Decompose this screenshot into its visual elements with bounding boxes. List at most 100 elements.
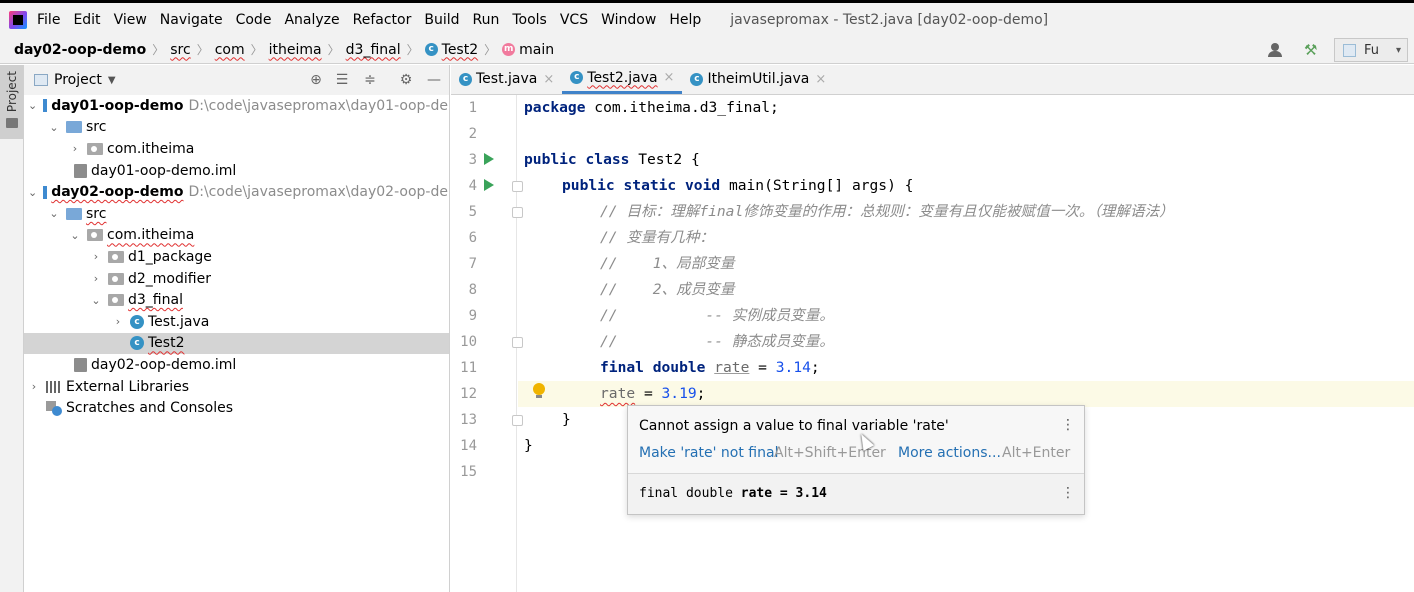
- tree-iml-day02[interactable]: day02-oop-demo.iml: [24, 354, 449, 376]
- package-icon: [87, 229, 103, 242]
- tree-package-day02[interactable]: ⌄ com.itheima: [24, 225, 449, 247]
- menu-help[interactable]: Help: [669, 12, 701, 28]
- run-config-selector[interactable]: Fu ▾: [1334, 38, 1408, 62]
- more-actions-link[interactable]: More actions...: [898, 445, 1001, 461]
- chevron-right-icon[interactable]: ›: [69, 142, 81, 155]
- tree-label: d3_final: [128, 292, 183, 309]
- menu-navigate[interactable]: Navigate: [160, 12, 223, 28]
- declaration-name: rate = 3.14: [740, 486, 827, 501]
- tab-test2-java[interactable]: c Test2.java ×: [562, 64, 683, 94]
- chevron-down-icon[interactable]: ⌄: [28, 99, 37, 112]
- chevron-right-icon: 〉: [250, 43, 263, 57]
- error-message: Cannot assign a value to final variable …: [639, 418, 949, 434]
- menu-build[interactable]: Build: [424, 12, 459, 28]
- project-tool-tab[interactable]: Project: [0, 65, 23, 139]
- package-icon: [87, 142, 103, 155]
- tree-src-day02[interactable]: ⌄ src: [24, 203, 449, 225]
- tree-file-test[interactable]: › c Test.java: [24, 311, 449, 333]
- crumb-module[interactable]: day02-oop-demo: [14, 42, 146, 58]
- crumb-com[interactable]: com: [215, 42, 245, 58]
- chevron-down-icon[interactable]: ⌄: [90, 294, 102, 307]
- close-icon[interactable]: ×: [543, 72, 554, 87]
- run-gutter-icon[interactable]: [484, 179, 494, 191]
- quick-fix-link[interactable]: Make 'rate' not final: [639, 445, 778, 461]
- chevron-down-icon[interactable]: ⌄: [48, 207, 60, 220]
- project-view-selector[interactable]: Project: [54, 72, 102, 88]
- menu-view[interactable]: View: [114, 12, 147, 28]
- tree-module-day01[interactable]: ⌄ day01-oop-demo D:\code\javasepromax\da…: [24, 95, 450, 117]
- tree-label: Test.java: [148, 313, 210, 330]
- tree-file-test2[interactable]: c Test2: [24, 332, 449, 355]
- line-number: 12: [460, 386, 477, 402]
- chevron-down-icon[interactable]: ⌄: [69, 229, 81, 242]
- user-icon[interactable]: [1268, 42, 1290, 58]
- code-line-10: // -- 静态成员变量。: [600, 333, 834, 350]
- run-gutter-icon[interactable]: [484, 153, 494, 165]
- hammer-icon[interactable]: ⚒: [1304, 42, 1320, 58]
- tree-package-d3[interactable]: ⌄ d3_final: [24, 289, 449, 311]
- tree-package-d2[interactable]: › d2_modifier: [24, 268, 449, 290]
- close-icon[interactable]: ×: [664, 70, 675, 85]
- menu-code[interactable]: Code: [236, 12, 272, 28]
- code-editor[interactable]: package com.itheima.d3_final; public cla…: [518, 95, 1414, 592]
- collapse-all-icon[interactable]: ≑: [361, 71, 379, 89]
- close-icon[interactable]: ×: [815, 72, 826, 87]
- code-line-4: public static void main(String[] args) {: [518, 173, 1414, 199]
- tree-package-d1[interactable]: › d1_package: [24, 246, 449, 268]
- lightbulb-icon[interactable]: [533, 383, 545, 398]
- more-options-icon[interactable]: ⋮: [1061, 417, 1075, 433]
- chevron-right-icon[interactable]: ›: [28, 380, 40, 393]
- expand-all-icon[interactable]: ☰: [333, 71, 351, 89]
- hide-icon[interactable]: —: [425, 71, 443, 89]
- menu-tools[interactable]: Tools: [512, 12, 547, 28]
- tree-package-day01[interactable]: › com.itheima: [24, 138, 449, 160]
- code-line-12: rate = 3.19;: [518, 381, 1414, 407]
- chevron-right-icon[interactable]: ›: [90, 250, 102, 263]
- code-token: 3.14: [775, 359, 811, 376]
- code-token: com.itheima.d3_final;: [585, 99, 779, 116]
- tab-itheimutil-java[interactable]: c ItheimUtil.java ×: [682, 64, 834, 94]
- tree-module-day02[interactable]: ⌄ day02-oop-demo D:\code\javasepromax\da…: [24, 181, 450, 203]
- menu-vcs[interactable]: VCS: [560, 12, 588, 28]
- crumb-src[interactable]: src: [170, 42, 190, 58]
- tree-path: D:\code\javasepromax\day02-oop-demo: [188, 184, 450, 201]
- tree-label: d1_package: [128, 248, 212, 265]
- menu-file[interactable]: File: [37, 12, 60, 28]
- tree-iml-day01[interactable]: day01-oop-demo.iml: [24, 160, 449, 182]
- class-icon: c: [459, 72, 472, 86]
- menu-refactor[interactable]: Refactor: [353, 12, 412, 28]
- tree-path: D:\code\javasepromax\day01-oop-demo: [188, 97, 450, 114]
- chevron-right-icon: 〉: [196, 43, 209, 57]
- method-icon: m: [502, 43, 516, 56]
- chevron-down-icon[interactable]: ⌄: [28, 186, 37, 199]
- line-number: 14: [460, 438, 477, 454]
- tree-scratches[interactable]: Scratches and Consoles: [24, 397, 449, 419]
- menu-window[interactable]: Window: [601, 12, 656, 28]
- code-token: 3.19: [661, 385, 697, 402]
- class-icon: c: [690, 72, 704, 86]
- editor-gutter[interactable]: 1 2 3 4 5 6 7 8 9 10 11 12 13 14 15: [451, 95, 523, 592]
- window-title: javasepromax - Test2.java [day02-oop-dem…: [730, 11, 1049, 28]
- editor-tab-bar: c Test.java × c Test2.java × c ItheimUti…: [451, 65, 1414, 95]
- chevron-down-icon[interactable]: ▼: [108, 75, 116, 86]
- locate-icon[interactable]: ⊕: [307, 71, 325, 89]
- chevron-right-icon[interactable]: ›: [112, 315, 124, 328]
- crumb-test2[interactable]: Test2: [442, 42, 478, 58]
- gear-icon[interactable]: ⚙: [397, 71, 415, 89]
- crumb-itheima[interactable]: itheima: [269, 42, 322, 58]
- crumb-d3-final[interactable]: d3_final: [346, 42, 401, 58]
- scratches-icon: [46, 401, 62, 417]
- chevron-down-icon[interactable]: ⌄: [48, 121, 60, 134]
- tab-test-java[interactable]: c Test.java ×: [451, 64, 562, 94]
- menu-analyze[interactable]: Analyze: [284, 12, 339, 28]
- menu-edit[interactable]: Edit: [73, 12, 100, 28]
- module-icon: [43, 99, 48, 113]
- tree-external-libraries[interactable]: › External Libraries: [24, 376, 449, 398]
- tree-src-day01[interactable]: ⌄ src: [24, 117, 449, 139]
- code-token: =: [749, 359, 776, 376]
- crumb-main[interactable]: main: [519, 42, 554, 58]
- more-options-icon[interactable]: ⋮: [1061, 485, 1075, 501]
- config-icon: [1343, 43, 1356, 57]
- menu-run[interactable]: Run: [473, 12, 500, 28]
- chevron-right-icon[interactable]: ›: [90, 272, 102, 285]
